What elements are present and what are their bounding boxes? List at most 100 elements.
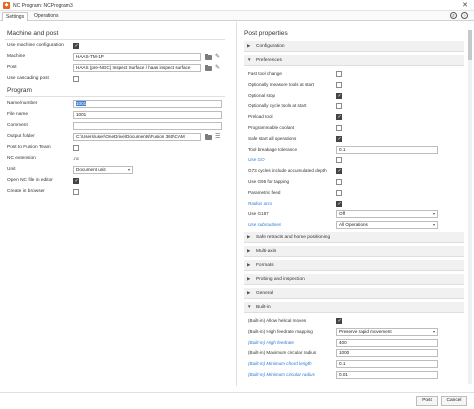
prop-label: Fast tool change bbox=[248, 71, 282, 76]
prop-row-optionally-cycle-tools-at-start: Optionally cycle tools at start bbox=[244, 101, 464, 111]
post-folder-icon[interactable] bbox=[205, 65, 212, 71]
prop-row-optionally-measure-tools-at-start: Optionally measure tools at start bbox=[244, 80, 464, 90]
prop-label: G73 cycles include accumulated depth bbox=[248, 168, 327, 174]
group-formats[interactable]: ▶ Formats bbox=[244, 260, 464, 271]
prop-input[interactable]: 0.1 bbox=[336, 145, 438, 154]
prop-label: (Built-in) High feedrate mapping bbox=[248, 328, 313, 334]
prop-row-radius-arcs: Radius arcs bbox=[244, 199, 464, 209]
use-machine-config-row: Use machine configuration bbox=[0, 41, 236, 51]
file-name-row: File name 1001 bbox=[0, 110, 236, 120]
prop-label: Use GO bbox=[248, 157, 265, 163]
prop-input[interactable]: 1000 bbox=[336, 349, 438, 358]
open-nc-in-editor-checkbox[interactable] bbox=[73, 178, 79, 184]
prop-dropdown-value: All Operations bbox=[339, 222, 368, 228]
output-folder-icon[interactable] bbox=[205, 134, 212, 140]
prop-input[interactable]: 400 bbox=[336, 338, 438, 347]
name-number-field[interactable]: 1001 bbox=[73, 100, 222, 108]
machine-edit-icon[interactable]: ✎ bbox=[215, 54, 221, 60]
prop-label: Radius arcs bbox=[248, 200, 273, 206]
prop-checkbox[interactable] bbox=[336, 103, 342, 110]
prop-checkbox[interactable] bbox=[336, 81, 342, 88]
prop-row-builtin-allow-helical-moves: (Built-in) Allow helical moves bbox=[244, 316, 464, 326]
use-cascading-post-row: Use cascading post bbox=[0, 74, 236, 84]
prop-label: (Built-in) Minimum chord length bbox=[248, 361, 312, 367]
use-machine-config-checkbox[interactable] bbox=[73, 43, 79, 49]
file-name-field[interactable]: 1001 bbox=[73, 111, 222, 119]
prop-checkbox[interactable] bbox=[336, 189, 342, 196]
machine-row: Machine HAAS-TM-1P ✎ bbox=[7, 53, 221, 61]
group-preferences[interactable]: ▼ Preferences bbox=[244, 55, 464, 66]
chevron-right-icon: ▶ bbox=[247, 234, 251, 239]
prop-checkbox[interactable] bbox=[336, 135, 342, 142]
name-number-row: Name/number 1001 bbox=[0, 99, 236, 109]
create-in-browser-row: Create in browser bbox=[0, 187, 236, 197]
group-builtin[interactable]: ▼ Built-in bbox=[244, 302, 464, 313]
chevron-down-icon: ▾ bbox=[127, 167, 130, 172]
output-folder-list-icon[interactable]: ☰ bbox=[215, 134, 221, 140]
group-multi-axis[interactable]: ▶ Multi-axis bbox=[244, 246, 464, 257]
use-cascading-post-checkbox[interactable] bbox=[73, 76, 79, 82]
settings-panel: Machine and post Use machine configurati… bbox=[0, 22, 236, 386]
prop-dropdown[interactable]: Preserve rapid movement ▾ bbox=[336, 327, 438, 336]
output-folder-field[interactable]: C:\Users\user\OneDrive\Documents\Fusion … bbox=[73, 133, 201, 141]
prop-checkbox[interactable] bbox=[336, 157, 342, 164]
help-icon[interactable]: ? bbox=[461, 12, 468, 19]
prop-checkbox[interactable] bbox=[336, 71, 342, 77]
post-properties-panel: Post properties ▶ Configuration ▼ Prefer… bbox=[237, 22, 474, 386]
prop-checkbox[interactable] bbox=[336, 318, 342, 324]
prop-label: Preload tool bbox=[248, 114, 273, 120]
prop-checkbox[interactable] bbox=[336, 168, 342, 175]
prop-checkbox[interactable] bbox=[336, 200, 342, 207]
prop-dropdown[interactable]: Off ▾ bbox=[336, 210, 438, 219]
app-logo-icon: ◆ bbox=[3, 2, 10, 9]
prop-dropdown-value: Preserve rapid movement bbox=[339, 328, 392, 334]
post-to-fusion-team-row: Post to Fusion Team bbox=[0, 143, 236, 153]
nc-extension-value: .nc bbox=[73, 156, 80, 161]
chevron-right-icon: ▶ bbox=[247, 276, 251, 281]
unit-dropdown[interactable]: Document unit ▾ bbox=[73, 166, 133, 174]
prop-checkbox[interactable] bbox=[336, 179, 342, 185]
chevron-down-icon: ▾ bbox=[432, 222, 435, 228]
group-configuration[interactable]: ▶ Configuration bbox=[244, 41, 464, 52]
close-icon[interactable]: ✕ bbox=[462, 1, 468, 10]
post-edit-icon[interactable]: ✎ bbox=[215, 65, 221, 71]
prop-input[interactable]: 0.1 bbox=[336, 360, 438, 369]
prop-row-builtin-minimum-circular-radius: (Built-in) Minimum circular radius 0.01 bbox=[244, 370, 464, 380]
open-nc-in-editor-row: Open NC file in editor bbox=[0, 176, 236, 186]
tab-operations[interactable]: Operations bbox=[31, 12, 61, 21]
nc-extension-row: NC extension .nc bbox=[7, 156, 80, 161]
post-row: Post HAAS (pre-NGC) Inspect Surface / ha… bbox=[7, 64, 221, 72]
prop-checkbox[interactable] bbox=[336, 125, 342, 131]
prop-checkbox[interactable] bbox=[336, 92, 342, 99]
prop-dropdown-value: Off bbox=[339, 211, 346, 217]
machine-field[interactable]: HAAS-TM-1P bbox=[73, 53, 201, 61]
prop-row-preload-tool: Preload tool bbox=[244, 112, 464, 122]
group-safe-retracts[interactable]: ▶ Safe retracts and home positioning bbox=[244, 232, 464, 243]
tab-settings[interactable]: Settings bbox=[2, 12, 29, 21]
post-to-fusion-team-checkbox[interactable] bbox=[73, 145, 79, 151]
prop-row-safe-start-all-operations: Safe start all operations bbox=[244, 134, 464, 144]
machine-section-title: Machine and post bbox=[7, 30, 59, 37]
group-probing[interactable]: ▶ Probing and inspection bbox=[244, 274, 464, 285]
machine-folder-icon[interactable] bbox=[205, 54, 212, 60]
reset-icon[interactable]: ↺ bbox=[449, 12, 457, 19]
prop-row-builtin-high-feedrate-mapping: (Built-in) High feedrate mapping Preserve… bbox=[244, 327, 464, 337]
prop-checkbox[interactable] bbox=[336, 114, 342, 121]
post-button[interactable]: Post bbox=[416, 396, 438, 406]
chevron-down-icon: ▼ bbox=[247, 304, 252, 309]
prop-dropdown[interactable]: All Operations ▾ bbox=[336, 221, 438, 230]
scrollbar[interactable] bbox=[468, 30, 472, 384]
prop-label: Use subroutines bbox=[248, 222, 282, 228]
post-field[interactable]: HAAS (pre-NGC) Inspect Surface / haas in… bbox=[73, 64, 201, 72]
prop-input[interactable]: 0.01 bbox=[336, 371, 438, 379]
create-in-browser-checkbox[interactable] bbox=[73, 189, 79, 195]
prop-label: Programmable coolant bbox=[248, 125, 295, 130]
comment-field[interactable] bbox=[73, 122, 222, 130]
chevron-right-icon: ▶ bbox=[247, 262, 251, 267]
chevron-down-icon: ▼ bbox=[247, 57, 252, 62]
chevron-down-icon: ▾ bbox=[432, 328, 435, 334]
prop-row-builtin-minimum-chord-length: (Built-in) Minimum chord length 0.1 bbox=[244, 359, 464, 369]
group-general[interactable]: ▶ General bbox=[244, 288, 464, 299]
prop-row-use-g95-for-tapping: Use G95 for tapping bbox=[244, 177, 464, 187]
cancel-button[interactable]: Cancel bbox=[441, 396, 467, 406]
